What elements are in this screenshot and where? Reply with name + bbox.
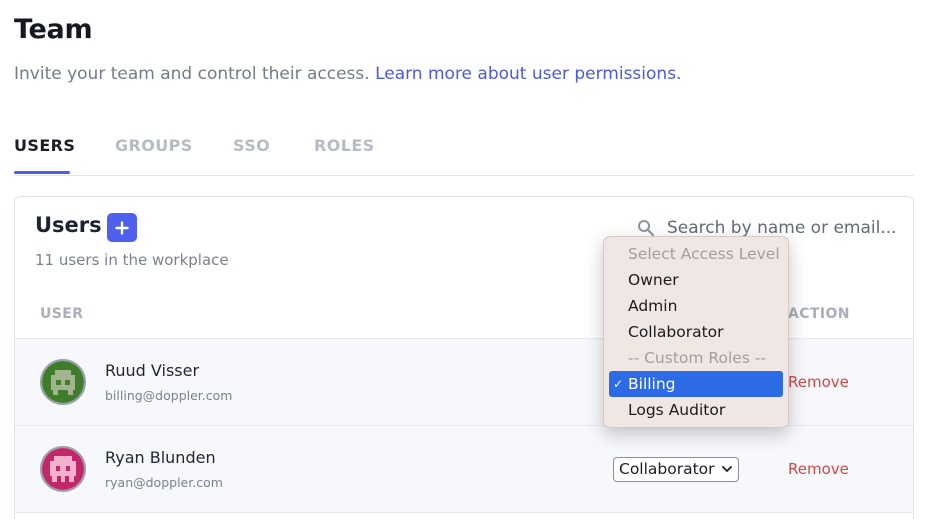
page-subtitle: Invite your team and control their acces…: [14, 64, 681, 84]
option-custom-roles-separator: -- Custom Roles --: [628, 349, 767, 367]
option-collaborator[interactable]: Collaborator: [604, 319, 788, 345]
add-user-button[interactable]: [107, 213, 137, 242]
option-owner[interactable]: Owner: [604, 267, 788, 293]
option-billing-label: Billing: [628, 375, 676, 393]
user-name: Ruud Visser: [105, 361, 200, 380]
chevron-down-icon: [722, 466, 732, 472]
user-email: billing@doppler.com: [105, 388, 233, 403]
tab-bar: USERS GROUPS SSO ROLES: [14, 134, 914, 176]
remove-user-button[interactable]: Remove: [788, 373, 849, 391]
role-dropdown-menu: Select Access Level Owner Admin Collabor…: [603, 236, 789, 428]
user-count: 11 users in the workplace: [35, 251, 229, 269]
plus-icon: [115, 220, 129, 235]
option-logs-auditor[interactable]: Logs Auditor: [604, 397, 788, 423]
page-title: Team: [14, 14, 93, 45]
option-admin[interactable]: Admin: [604, 293, 788, 319]
remove-user-button[interactable]: Remove: [788, 460, 849, 478]
card-title: Users: [35, 213, 102, 237]
column-header-action: ACTION: [788, 306, 850, 322]
tab-groups[interactable]: GROUPS: [115, 136, 193, 155]
avatar: [40, 359, 86, 405]
table-row: Ryan Blunden ryan@doppler.com Collaborat…: [15, 426, 913, 513]
user-name: Ryan Blunden: [105, 448, 216, 467]
checkmark-icon: ✓: [613, 377, 624, 391]
learn-more-link[interactable]: Learn more about user permissions.: [375, 64, 681, 84]
avatar: [40, 446, 86, 492]
subtitle-text: Invite your team and control their acces…: [14, 64, 370, 84]
tab-roles[interactable]: ROLES: [314, 136, 375, 155]
option-select-access-level: Select Access Level: [628, 245, 780, 263]
active-tab-indicator: [14, 171, 70, 174]
search-icon: [638, 220, 655, 237]
column-header-user: USER: [40, 306, 84, 322]
role-select[interactable]: Collaborator: [613, 457, 739, 482]
tab-users[interactable]: USERS: [14, 136, 75, 155]
option-billing[interactable]: ✓ Billing: [609, 371, 783, 397]
user-email: ryan@doppler.com: [105, 475, 223, 490]
tab-sso[interactable]: SSO: [233, 136, 270, 155]
role-select-value: Collaborator: [619, 460, 715, 478]
